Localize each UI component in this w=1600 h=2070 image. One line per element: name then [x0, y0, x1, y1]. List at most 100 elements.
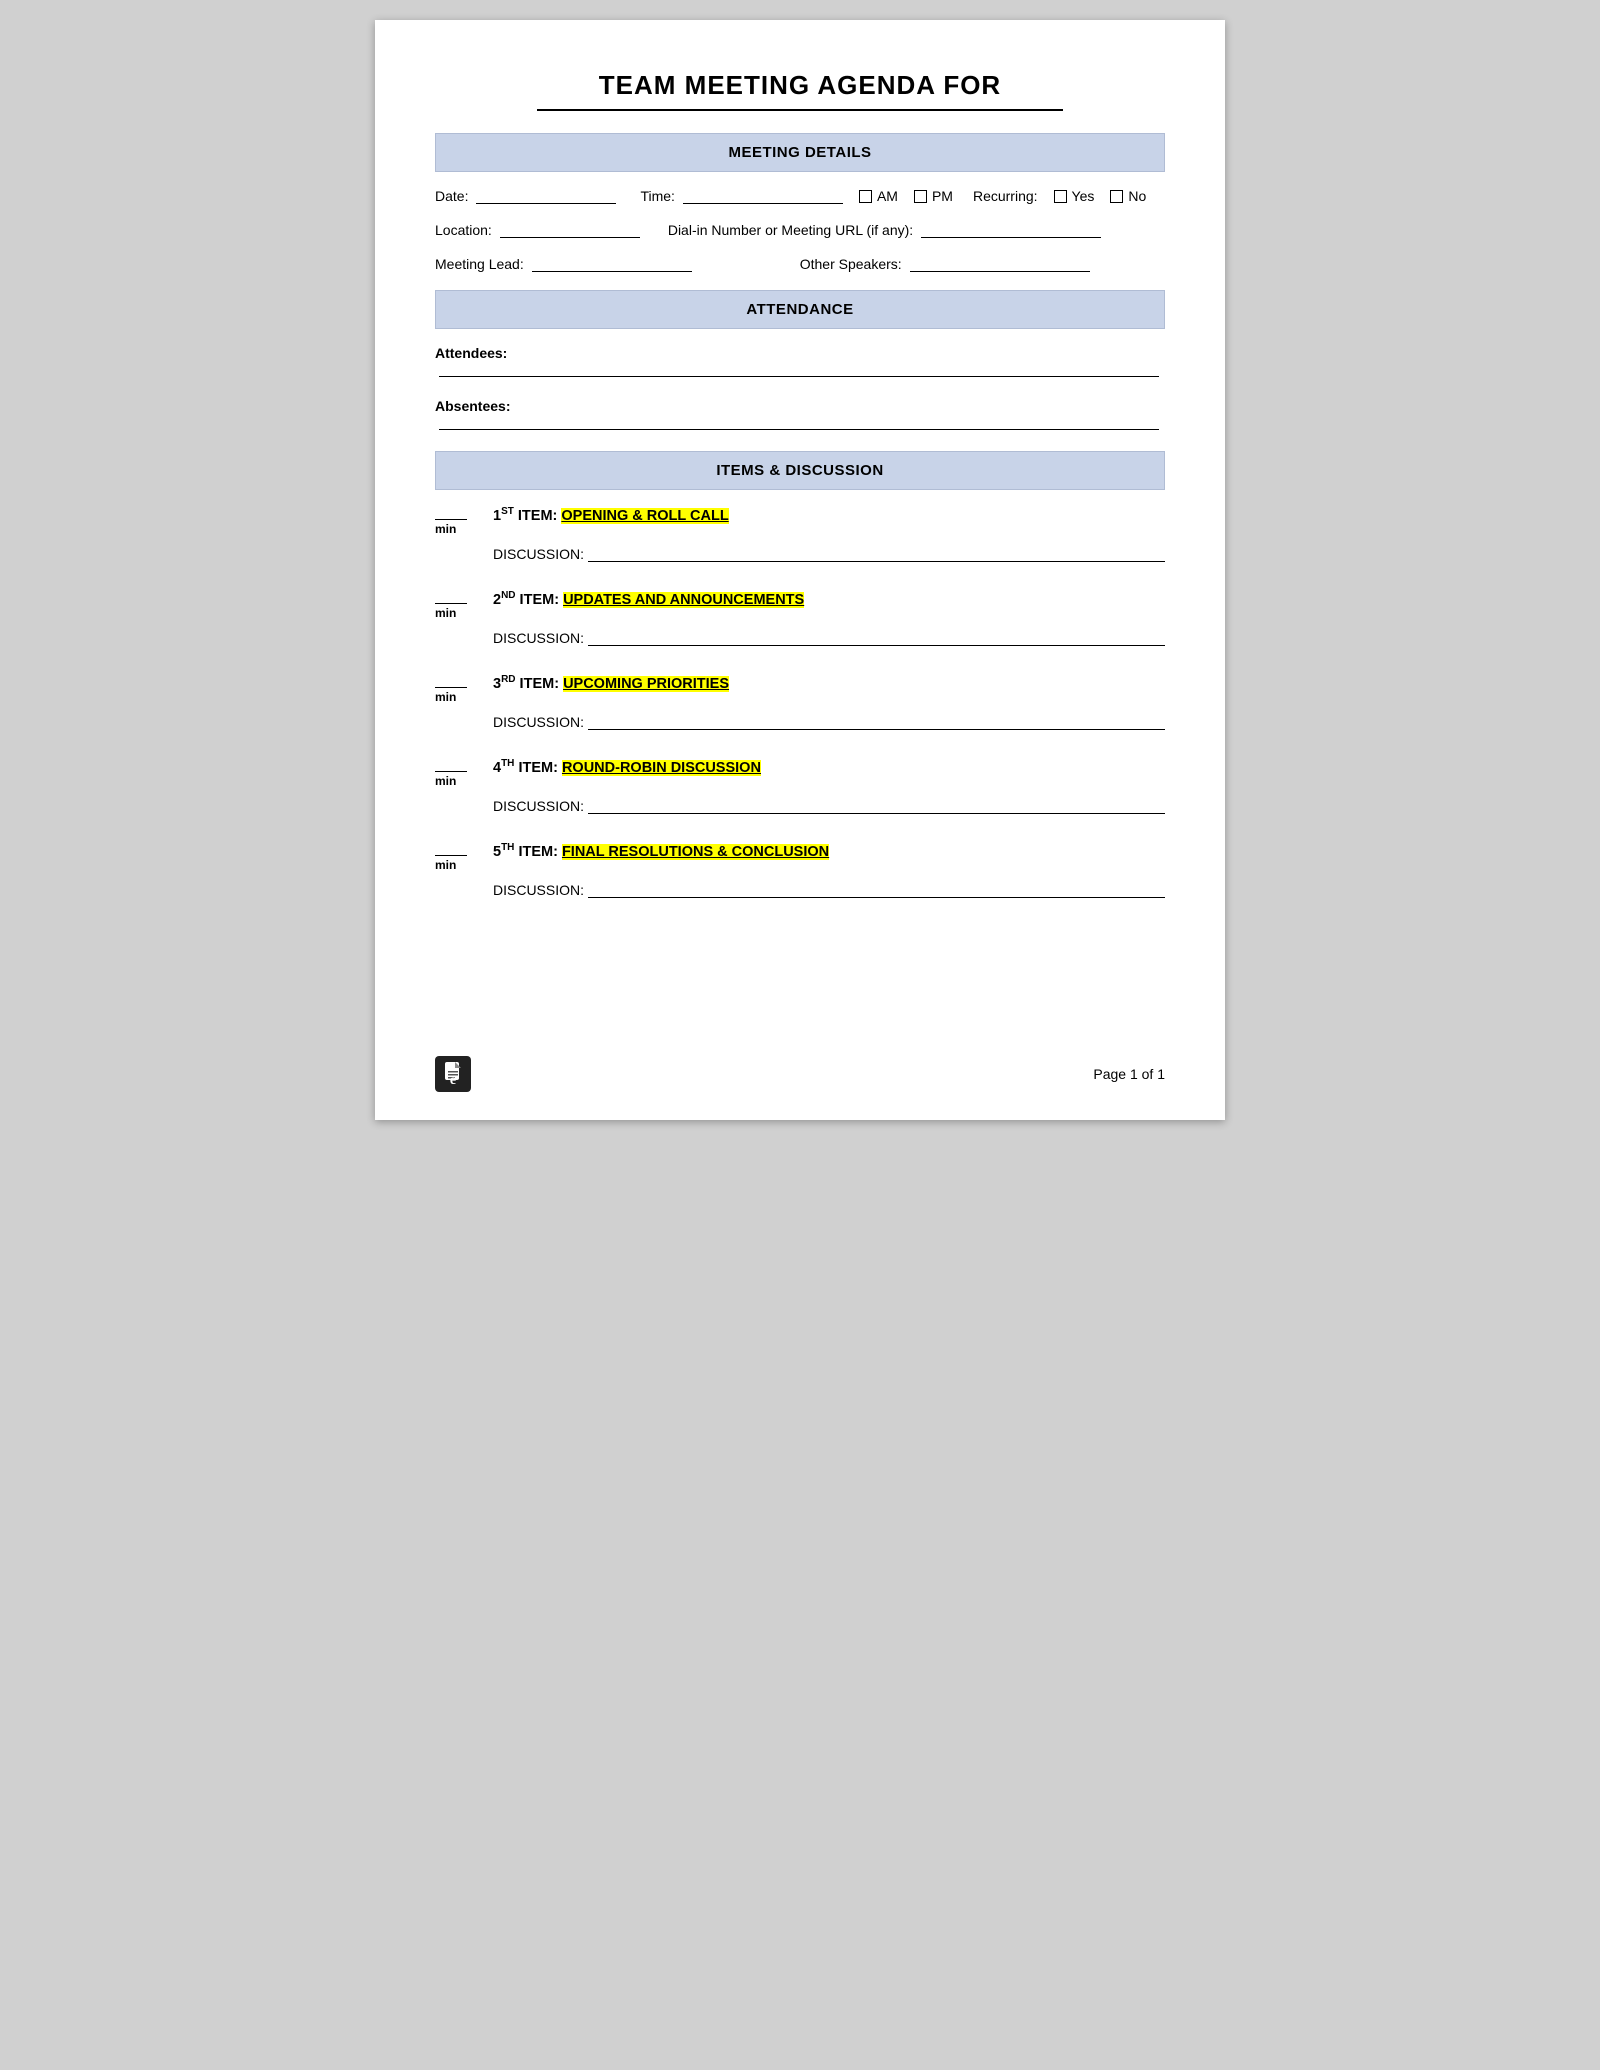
item-5-header-row: min 5TH ITEM: FINAL RESOLUTIONS & CONCLU… [435, 842, 1165, 872]
speakers-field[interactable] [910, 256, 1090, 272]
item-4-min-line[interactable] [435, 758, 467, 772]
page-number: Page 1 of 1 [1093, 1066, 1165, 1082]
item-2-discussion-label: DISCUSSION: [493, 630, 584, 646]
item-4-discussion-label: DISCUSSION: [493, 798, 584, 814]
lead-label: Meeting Lead: [435, 256, 524, 272]
item-2-min-label: min [435, 606, 456, 620]
no-label: No [1128, 188, 1146, 204]
date-label: Date: [435, 188, 468, 204]
item-4-title: 4TH ITEM: ROUND-ROBIN DISCUSSION [493, 758, 761, 776]
details-row-2: Location: Dial-in Number or Meeting URL … [435, 222, 1165, 238]
document-page: TEAM MEETING AGENDA FOR MEETING DETAILS … [375, 20, 1225, 1120]
item-1-discussion-label: DISCUSSION: [493, 546, 584, 562]
page-footer: e Page 1 of 1 [435, 1056, 1165, 1092]
dialin-label: Dial-in Number or Meeting URL (if any): [668, 222, 913, 238]
details-row-3: Meeting Lead: Other Speakers: [435, 256, 1165, 272]
speakers-label: Other Speakers: [800, 256, 902, 272]
item-1-number-col: min [435, 506, 483, 536]
item-5-ordinal: 5TH ITEM: [493, 844, 562, 860]
location-field[interactable] [500, 222, 640, 238]
item-5-min-label: min [435, 858, 456, 872]
agenda-item-4: min 4TH ITEM: ROUND-ROBIN DISCUSSION DIS… [435, 758, 1165, 814]
absentees-field[interactable] [439, 414, 1159, 430]
item-5-discussion-row: DISCUSSION: [493, 882, 1165, 898]
lead-field[interactable] [532, 256, 692, 272]
item-5-discussion-label: DISCUSSION: [493, 882, 584, 898]
time-field[interactable] [683, 188, 843, 204]
pm-checkbox[interactable] [914, 190, 927, 203]
item-1-title: 1ST ITEM: OPENING & ROLL CALL [493, 506, 729, 524]
agenda-item-5: min 5TH ITEM: FINAL RESOLUTIONS & CONCLU… [435, 842, 1165, 898]
agenda-item-2: min 2ND ITEM: UPDATES AND ANNOUNCEMENTS … [435, 590, 1165, 646]
item-1-ordinal: 1ST ITEM: [493, 508, 561, 524]
item-1-min-label: min [435, 522, 456, 536]
svg-text:e: e [450, 1073, 456, 1086]
no-checkbox-group: No [1110, 188, 1146, 204]
title-underline [537, 109, 1063, 111]
item-4-discussion-line[interactable] [588, 798, 1165, 814]
item-4-ordinal: 4TH ITEM: [493, 760, 562, 776]
item-3-keyword: UPCOMING PRIORITIES [563, 676, 729, 692]
agenda-item-3: min 3RD ITEM: UPCOMING PRIORITIES DISCUS… [435, 674, 1165, 730]
item-4-keyword: ROUND-ROBIN DISCUSSION [562, 760, 761, 776]
item-2-header-row: min 2ND ITEM: UPDATES AND ANNOUNCEMENTS [435, 590, 1165, 620]
attendees-label: Attendees: [435, 345, 507, 361]
no-checkbox[interactable] [1110, 190, 1123, 203]
main-title: TEAM MEETING AGENDA FOR [435, 70, 1165, 101]
attendance-section: ATTENDANCE Attendees: Absentees: [435, 290, 1165, 433]
title-section: TEAM MEETING AGENDA FOR [435, 70, 1165, 111]
am-checkbox-group: AM [859, 188, 898, 204]
yes-checkbox[interactable] [1054, 190, 1067, 203]
item-5-keyword: FINAL RESOLUTIONS & CONCLUSION [562, 844, 829, 860]
item-5-min-line[interactable] [435, 842, 467, 856]
item-5-title: 5TH ITEM: FINAL RESOLUTIONS & CONCLUSION [493, 842, 829, 860]
yes-label: Yes [1072, 188, 1095, 204]
yes-checkbox-group: Yes [1054, 188, 1095, 204]
item-1-discussion-line[interactable] [588, 546, 1165, 562]
item-3-discussion-label: DISCUSSION: [493, 714, 584, 730]
item-3-discussion-line[interactable] [588, 714, 1165, 730]
meeting-details-section: MEETING DETAILS Date: Time: AM PM Recurr… [435, 133, 1165, 272]
item-2-title: 2ND ITEM: UPDATES AND ANNOUNCEMENTS [493, 590, 804, 608]
items-section: ITEMS & DISCUSSION min 1ST ITEM: OPENING… [435, 451, 1165, 898]
item-2-ordinal: 2ND ITEM: [493, 592, 563, 608]
details-row-1: Date: Time: AM PM Recurring: Yes No [435, 188, 1165, 204]
attendees-field[interactable] [439, 361, 1159, 377]
date-field[interactable] [476, 188, 616, 204]
footer-logo-icon: e [435, 1056, 471, 1092]
item-2-number-col: min [435, 590, 483, 620]
am-checkbox[interactable] [859, 190, 872, 203]
absentees-label: Absentees [435, 398, 506, 414]
item-3-ordinal: 3RD ITEM: [493, 676, 563, 692]
items-header: ITEMS & DISCUSSION [435, 451, 1165, 490]
item-3-number-col: min [435, 674, 483, 704]
item-3-title: 3RD ITEM: UPCOMING PRIORITIES [493, 674, 729, 692]
item-4-number-col: min [435, 758, 483, 788]
item-3-discussion-row: DISCUSSION: [493, 714, 1165, 730]
pm-label: PM [932, 188, 953, 204]
absentees-row: Absentees: [435, 398, 1165, 433]
item-2-discussion-line[interactable] [588, 630, 1165, 646]
item-5-number-col: min [435, 842, 483, 872]
item-1-min-line[interactable] [435, 506, 467, 520]
item-2-keyword: UPDATES AND ANNOUNCEMENTS [563, 592, 804, 608]
am-label: AM [877, 188, 898, 204]
dialin-field[interactable] [921, 222, 1101, 238]
item-4-min-label: min [435, 774, 456, 788]
location-label: Location: [435, 222, 492, 238]
item-2-min-line[interactable] [435, 590, 467, 604]
item-3-min-label: min [435, 690, 456, 704]
item-1-header-row: min 1ST ITEM: OPENING & ROLL CALL [435, 506, 1165, 536]
recurring-label: Recurring: [973, 188, 1038, 204]
meeting-details-header: MEETING DETAILS [435, 133, 1165, 172]
item-4-header-row: min 4TH ITEM: ROUND-ROBIN DISCUSSION [435, 758, 1165, 788]
item-5-discussion-line[interactable] [588, 882, 1165, 898]
item-1-keyword: OPENING & ROLL CALL [561, 508, 728, 524]
agenda-item-1: min 1ST ITEM: OPENING & ROLL CALL DISCUS… [435, 506, 1165, 562]
item-3-min-line[interactable] [435, 674, 467, 688]
item-4-discussion-row: DISCUSSION: [493, 798, 1165, 814]
pm-checkbox-group: PM [914, 188, 953, 204]
attendance-header: ATTENDANCE [435, 290, 1165, 329]
item-2-discussion-row: DISCUSSION: [493, 630, 1165, 646]
time-label: Time: [640, 188, 674, 204]
